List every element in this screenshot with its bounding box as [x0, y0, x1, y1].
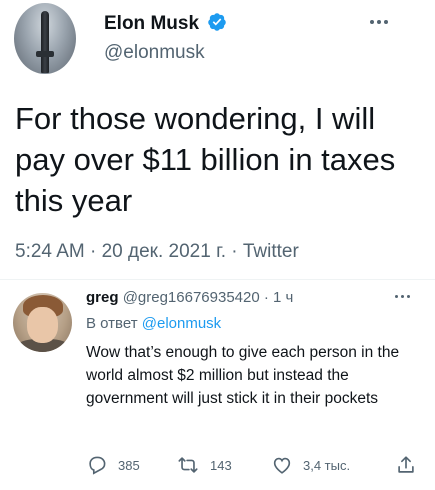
reply-count: 385 — [118, 457, 140, 473]
more-options-icon[interactable] — [370, 20, 388, 24]
reply-button[interactable]: 385 — [86, 454, 140, 476]
reply-header: greg @greg16676935420 · 1 ч — [86, 289, 293, 306]
reply-icon — [89, 456, 106, 475]
divider — [0, 279, 435, 280]
avatar-face — [27, 307, 58, 343]
reply-author-name[interactable]: greg — [86, 289, 119, 306]
share-icon — [398, 456, 414, 473]
in-reply-to: В ответ @elonmusk — [86, 315, 221, 332]
retweet-button[interactable]: 143 — [176, 454, 232, 476]
tweet-timestamp[interactable]: 5:24 AM · 20 дек. 2021 г. · Twitter — [15, 241, 299, 263]
author-avatar[interactable] — [14, 3, 76, 74]
in-reply-to-label: В ответ — [86, 315, 138, 332]
starship-rocket-image — [36, 11, 54, 73]
tweet-text: For those wondering, I will pay over $11… — [15, 101, 396, 218]
share-button[interactable] — [395, 454, 417, 476]
like-count: 3,4 тыс. — [303, 457, 351, 473]
reply-time[interactable]: · 1 ч — [264, 289, 294, 306]
author-handle[interactable]: @elonmusk — [104, 42, 205, 64]
like-icon — [273, 457, 291, 474]
reply-more-options-icon[interactable] — [395, 295, 410, 298]
author-name-row[interactable]: Elon Musk — [104, 12, 227, 35]
reply-author-avatar[interactable] — [13, 293, 72, 352]
like-button[interactable]: 3,4 тыс. — [271, 454, 350, 476]
retweet-count: 143 — [210, 457, 232, 473]
author-name[interactable]: Elon Musk — [104, 13, 199, 34]
verified-badge-icon — [208, 13, 227, 31]
reply-text: Wow that’s enough to give each person in… — [86, 344, 400, 407]
in-reply-to-mention[interactable]: @elonmusk — [142, 315, 221, 332]
retweet-icon — [178, 457, 198, 473]
reply-author-handle[interactable]: @greg16676935420 — [123, 289, 260, 306]
